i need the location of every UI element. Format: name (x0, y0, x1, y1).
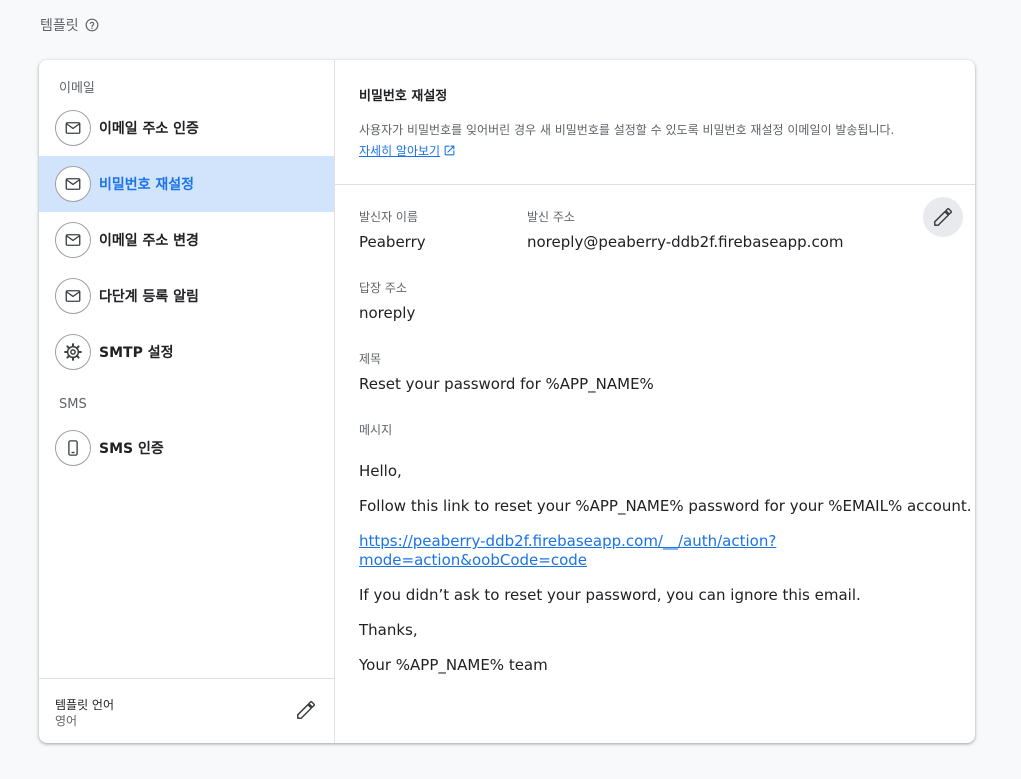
sidebar-item-label: SMTP 설정 (99, 345, 174, 361)
page-header: 템플릿 (40, 15, 99, 35)
sidebar-item-label: SMS 인증 (99, 441, 164, 457)
help-circle-icon[interactable] (85, 18, 99, 32)
sidebar-item-smtp-settings[interactable]: SMTP 설정 (39, 324, 334, 380)
sidebar-item-label: 비밀번호 재설정 (99, 177, 195, 193)
subject-label: 제목 (359, 352, 382, 366)
edit-language-button[interactable] (293, 697, 319, 723)
template-language-value: 영어 (55, 714, 78, 728)
sender-name-value: Peaberry (359, 233, 426, 251)
sidebar-item-label: 이메일 주소 변경 (99, 233, 199, 249)
template-title: 비밀번호 재설정 (359, 89, 448, 104)
pencil-icon (934, 208, 952, 226)
templates-card: 이메일 이메일 주소 인증 비밀번호 재설정 이메일 주소 변경 다단계 등록 … (39, 60, 975, 743)
sms-section-label: SMS (59, 397, 87, 412)
external-link-icon (444, 145, 455, 156)
edit-template-button[interactable] (923, 197, 963, 237)
template-sidebar: 이메일 이메일 주소 인증 비밀번호 재설정 이메일 주소 변경 다단계 등록 … (39, 60, 335, 743)
sidebar-item-email-change[interactable]: 이메일 주소 변경 (39, 212, 334, 268)
mail-icon (55, 110, 91, 146)
message-signature: Your %APP_NAME% team (359, 656, 548, 674)
message-line: If you didn’t ask to reset your password… (359, 586, 861, 604)
subject-value: Reset your password for %APP_NAME% (359, 375, 654, 393)
learn-more-label: 자세히 알아보기 (359, 144, 441, 158)
sender-name-label: 발신자 이름 (359, 210, 419, 224)
pencil-icon (297, 701, 315, 719)
sidebar-item-email-verification[interactable]: 이메일 주소 인증 (39, 100, 334, 156)
sidebar-item-password-reset[interactable]: 비밀번호 재설정 (39, 156, 334, 212)
reply-to-label: 답장 주소 (359, 281, 407, 295)
reset-link-line: mode=action&oobCode=code (359, 551, 587, 569)
message-label: 메시지 (359, 423, 393, 437)
phone-icon (55, 430, 91, 466)
sender-address-label: 발신 주소 (527, 210, 575, 224)
template-detail: 비밀번호 재설정 사용자가 비밀번호를 잊어버린 경우 새 비밀번호를 설정할 … (335, 60, 975, 743)
page-title: 템플릿 (40, 18, 79, 34)
message-line: Follow this link to reset your %APP_NAME… (359, 497, 972, 515)
template-language-footer: 템플릿 언어 영어 (39, 678, 334, 743)
gear-icon (55, 334, 91, 370)
reply-to-value: noreply (359, 304, 416, 322)
sidebar-item-label: 다단계 등록 알림 (99, 289, 199, 305)
template-description: 사용자가 비밀번호를 잊어버린 경우 새 비밀번호를 설정할 수 있도록 비밀번… (359, 123, 895, 137)
email-section-label: 이메일 (59, 81, 95, 96)
mail-icon (55, 278, 91, 314)
reset-link-line: https://peaberry-ddb2f.firebaseapp.com/_… (359, 532, 777, 550)
learn-more-link[interactable]: 자세히 알아보기 (359, 142, 456, 159)
sender-address-value: noreply@peaberry-ddb2f.firebaseapp.com (527, 233, 844, 251)
sidebar-item-mfa-enrollment[interactable]: 다단계 등록 알림 (39, 268, 334, 324)
mail-icon (55, 166, 91, 202)
sidebar-item-label: 이메일 주소 인증 (99, 121, 199, 137)
message-greeting: Hello, (359, 462, 402, 480)
reset-link[interactable]: https://peaberry-ddb2f.firebaseapp.com/_… (359, 532, 776, 570)
template-language-label: 템플릿 언어 (55, 698, 115, 712)
message-thanks: Thanks, (359, 621, 418, 639)
sidebar-item-sms-verification[interactable]: SMS 인증 (39, 420, 334, 476)
section-divider (335, 184, 975, 185)
mail-icon (55, 222, 91, 258)
